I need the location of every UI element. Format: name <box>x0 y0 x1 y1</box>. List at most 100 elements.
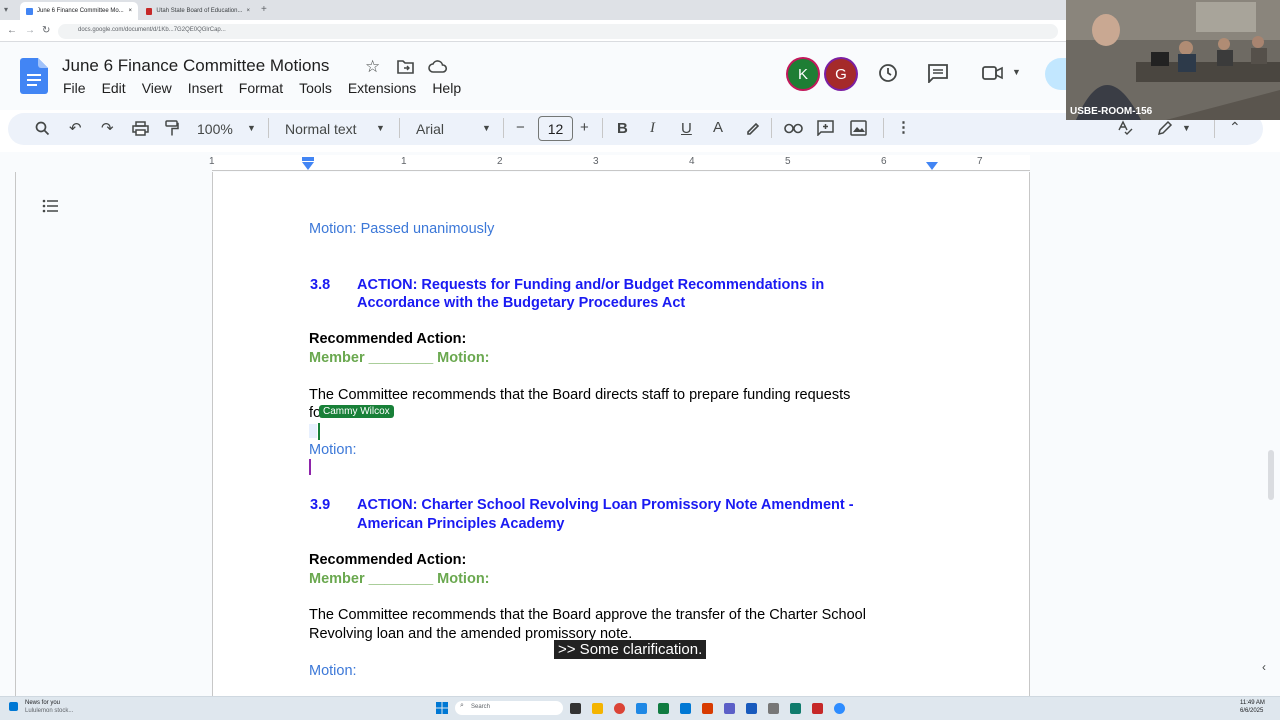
meeting-room-image <box>1066 0 1280 120</box>
news-widget-title[interactable]: News for you <box>25 700 60 706</box>
windows-start-icon[interactable] <box>436 702 448 714</box>
more-options-icon[interactable]: ⋮ <box>896 118 911 136</box>
paragraph-style-select[interactable]: Normal text <box>285 121 357 137</box>
document-title[interactable]: June 6 Finance Committee Motions <box>62 56 329 76</box>
star-icon[interactable]: ☆ <box>365 57 380 77</box>
taskbar-date[interactable]: 6/6/2025 <box>1240 708 1263 714</box>
usbe-favicon-icon <box>146 7 153 15</box>
spellcheck-icon[interactable] <box>1117 120 1133 136</box>
move-folder-icon[interactable] <box>397 59 414 74</box>
motion-passed-text: Motion: Passed unanimously <box>309 221 495 237</box>
chrome-icon[interactable] <box>614 703 625 714</box>
text-color-button[interactable]: A <box>713 119 723 136</box>
section-3-8-title-line1: ACTION: Requests for Funding and/or Budg… <box>357 277 825 293</box>
search-icon: ⌕ <box>460 702 464 709</box>
committee-recommendation-text: The Committee recommends that the Board … <box>309 387 851 403</box>
side-panel-toggle-icon[interactable]: ‹ <box>1262 660 1266 674</box>
word-icon[interactable] <box>746 703 757 714</box>
collaborator-avatar-g[interactable]: G <box>826 59 856 89</box>
new-tab-button[interactable]: + <box>261 4 267 15</box>
comments-icon[interactable] <box>927 63 949 83</box>
tab-search-icon[interactable]: ▾ <box>4 5 8 14</box>
menu-format[interactable]: Format <box>239 80 283 96</box>
tab-june6-motions[interactable]: June 6 Finance Committee Mo... × <box>20 2 138 20</box>
increase-font-size-button[interactable]: + <box>580 119 589 136</box>
zoom-icon[interactable] <box>834 703 845 714</box>
italic-button[interactable]: I <box>650 120 655 137</box>
paint-format-icon[interactable] <box>165 120 179 137</box>
news-widget-subtitle[interactable]: Lululemon stock... <box>25 708 73 714</box>
undo-icon[interactable]: ↶ <box>69 119 82 137</box>
toolbar-divider <box>1214 118 1215 138</box>
scrollbar-thumb[interactable] <box>1268 450 1274 500</box>
close-icon[interactable]: × <box>246 8 250 14</box>
ruler-number: 1 <box>209 156 215 167</box>
committee-recommendation-text: The Committee recommends that the Board … <box>309 607 866 623</box>
right-indent-marker-icon[interactable] <box>926 162 938 170</box>
document-outline-icon[interactable] <box>42 199 59 213</box>
video-room-label: USBE-ROOM-156 <box>1070 106 1153 117</box>
app-icon[interactable] <box>790 703 801 714</box>
underline-button[interactable]: U <box>681 120 692 137</box>
file-explorer-icon[interactable] <box>592 703 603 714</box>
add-comment-icon[interactable] <box>817 120 834 136</box>
bold-button[interactable]: B <box>617 120 628 137</box>
task-view-icon[interactable] <box>570 703 581 714</box>
font-size-input[interactable]: 12 <box>538 116 573 141</box>
acrobat-icon[interactable] <box>812 703 823 714</box>
decrease-font-size-button[interactable]: − <box>516 119 525 136</box>
collaborator-cursor-purple <box>309 459 311 475</box>
zoom-select[interactable]: 100% <box>197 121 233 137</box>
menu-help[interactable]: Help <box>432 80 461 96</box>
search-menus-icon[interactable] <box>35 121 50 136</box>
ruler-number: 4 <box>689 156 695 167</box>
redo-icon[interactable]: ↷ <box>101 119 114 137</box>
left-indent-marker-icon[interactable] <box>302 162 314 170</box>
menu-extensions[interactable]: Extensions <box>348 80 416 96</box>
print-icon[interactable] <box>132 121 149 136</box>
ruler-number: 1 <box>401 156 407 167</box>
toolbar-divider <box>399 118 400 138</box>
google-docs-logo-icon[interactable] <box>20 58 48 94</box>
url-input[interactable]: docs.google.com/document/d/1Kb...7G2QE0Q… <box>58 24 1058 39</box>
excel-icon[interactable] <box>658 703 669 714</box>
meet-video-icon[interactable] <box>982 65 1004 81</box>
chevron-down-icon: ▼ <box>376 123 385 133</box>
teams-icon[interactable] <box>724 703 735 714</box>
taskbar-time[interactable]: 11:49 AM <box>1240 700 1265 706</box>
settings-icon[interactable] <box>768 703 779 714</box>
ruler[interactable] <box>212 155 1030 171</box>
collaborator-avatar-k[interactable]: K <box>788 59 818 89</box>
forward-icon[interactable]: → <box>25 25 35 36</box>
close-icon[interactable]: × <box>128 8 132 14</box>
font-family-select[interactable]: Arial <box>416 121 444 137</box>
menu-tools[interactable]: Tools <box>299 80 332 96</box>
hide-menus-icon[interactable]: ⌃ <box>1229 119 1241 136</box>
app-icon[interactable] <box>636 703 647 714</box>
insert-image-icon[interactable] <box>850 120 867 136</box>
back-icon[interactable]: ← <box>7 25 17 36</box>
menu-view[interactable]: View <box>142 80 172 96</box>
menu-insert[interactable]: Insert <box>188 80 223 96</box>
menu-file[interactable]: File <box>63 80 86 96</box>
editing-mode-icon[interactable] <box>1157 120 1173 136</box>
cloud-status-icon[interactable] <box>428 59 448 74</box>
chevron-down-icon[interactable]: ▼ <box>1182 123 1191 133</box>
live-caption: >> Some clarification. <box>554 640 707 659</box>
ruler-number: 5 <box>785 156 791 167</box>
toolbar-divider <box>503 118 504 138</box>
recommended-action-heading: Recommended Action: <box>309 552 467 568</box>
menu-edit[interactable]: Edit <box>102 80 126 96</box>
insert-link-icon[interactable] <box>784 123 803 134</box>
first-line-indent-marker[interactable] <box>302 157 314 161</box>
weather-news-icon[interactable] <box>9 702 18 711</box>
reload-icon[interactable]: ↻ <box>42 25 50 36</box>
version-history-icon[interactable] <box>877 62 899 84</box>
outlook-icon[interactable] <box>680 703 691 714</box>
tab-usbe[interactable]: Utah State Board of Education... × <box>140 2 256 20</box>
highlight-icon[interactable] <box>745 120 761 136</box>
ruler-number: 3 <box>593 156 599 167</box>
taskbar-search-input[interactable]: Search <box>455 701 563 715</box>
powerpoint-icon[interactable] <box>702 703 713 714</box>
chevron-down-icon[interactable]: ▼ <box>1012 67 1021 77</box>
